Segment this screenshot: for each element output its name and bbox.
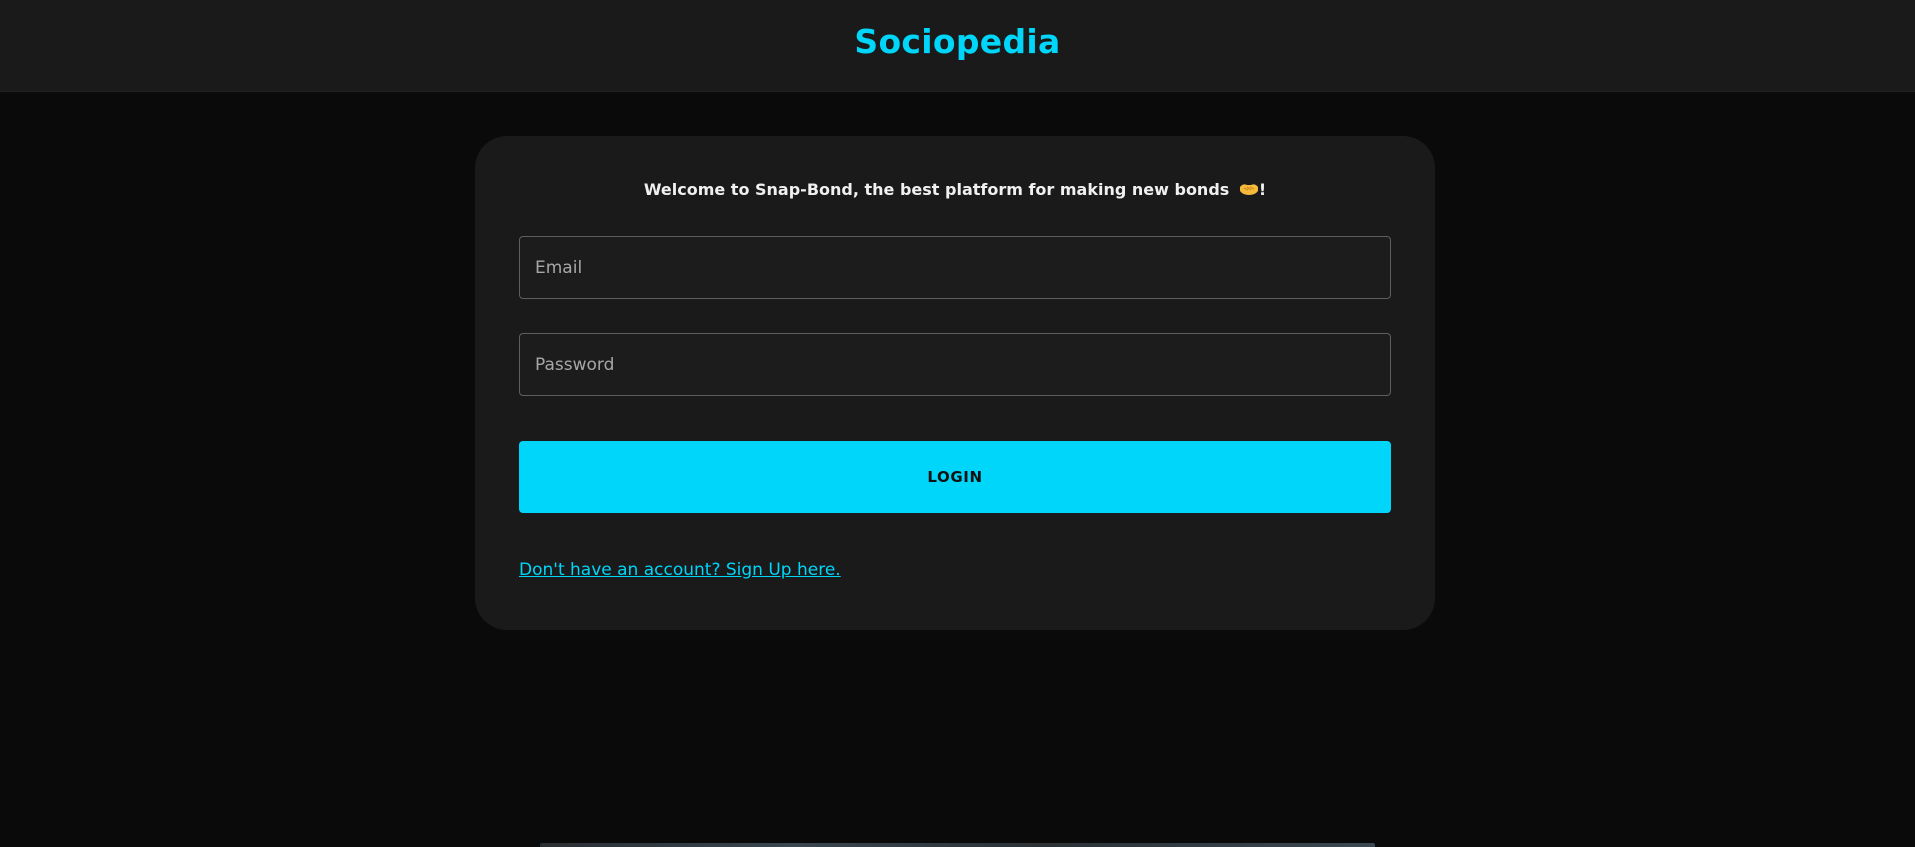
signup-link[interactable]: Don't have an account? Sign Up here. xyxy=(519,560,841,580)
email-field[interactable] xyxy=(519,236,1391,299)
login-button[interactable]: LOGIN xyxy=(519,441,1391,513)
welcome-text: Welcome to Snap-Bond, the best platform … xyxy=(643,180,1230,199)
bottom-partial-element xyxy=(540,843,1375,847)
login-card: Welcome to Snap-Bond, the best platform … xyxy=(475,136,1435,630)
welcome-message: Welcome to Snap-Bond, the best platform … xyxy=(475,180,1435,199)
password-input[interactable] xyxy=(520,334,1390,395)
handshake-icon xyxy=(1239,181,1259,197)
brand-logo-text[interactable]: Sociopedia xyxy=(854,22,1060,61)
password-field[interactable] xyxy=(519,333,1391,396)
top-bar: Sociopedia xyxy=(0,0,1915,92)
email-input[interactable] xyxy=(520,237,1390,298)
welcome-suffix: ! xyxy=(1258,180,1267,199)
